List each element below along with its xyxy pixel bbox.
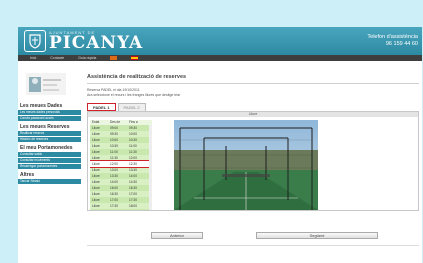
sidebar-link-change-password[interactable]: Canvia password accés [18,116,81,121]
tab-padel-1[interactable]: PADEL 1 [87,103,116,112]
sidebar-link-reservation-history[interactable]: Històric de reserves [18,137,81,142]
info-line: Ara seleccione el recurs i les franges l… [87,92,181,97]
sidebar-section-my-reservations: Les meues Reserves Realitzar reserva His… [18,124,81,142]
sidebar-section-wallet: El meu Portamonedes Consultar saldo Cons… [18,145,81,169]
navbar: Inici Contacte Guia ràpida [18,55,422,61]
section-title: El meu Portamonedes [20,145,73,151]
sidebar-link-check-balance[interactable]: Consultar saldo [18,152,81,157]
panel-title: Lliure [88,112,418,118]
divider [87,83,419,84]
reservation-info: Reserva PADEL el dia 19/10/2011 Ara sele… [87,88,419,97]
phone-number: 96 159 44 60 [385,40,418,47]
phone-info: Telefon d'assistència 96 159 44 60 [367,34,418,47]
next-button[interactable]: Següent [256,232,378,239]
municipality-label: AJUNTAMENT DE [49,29,96,35]
time-slot-table: Estat Des de Fins a Lliure 09:00 09:30 Lliu… [90,120,152,211]
sidebar-link-make-reservation[interactable]: Realitzar reserva [18,131,81,136]
page: AJUNTAMENT DE PICANYA Telefon d'assistèn… [18,27,422,263]
footer-divider [87,245,419,246]
sidebar-link-top-up[interactable]: Recarregar portamonedes [18,164,81,169]
section-title: Les meues Dades [20,103,63,109]
previous-button[interactable]: Anterior [151,232,203,239]
sidebar-link-personal-data[interactable]: Les meues dades personals [18,110,81,115]
slot-end: 18:30 [129,209,147,210]
court-panel: Lliure Estat Des de Fins a Lliure 09:00 09… [87,111,419,212]
spanish-flag-icon[interactable] [131,56,139,60]
main-content: Assistència de realització de reserves R… [87,67,419,212]
nav-contact[interactable]: Contacte [50,56,64,60]
nav-home[interactable]: Inici [30,56,36,60]
slot-status: Lliure [90,209,110,210]
header: AJUNTAMENT DE PICANYA Telefon d'assistèn… [18,27,422,55]
table-scrollbar[interactable] [149,125,152,211]
logo[interactable]: AJUNTAMENT DE PICANYA [24,30,143,52]
page-title: Assistència de realització de reserves [87,74,187,80]
slot-start: 18:00 [110,209,129,210]
phone-label: Telefon d'assistència [367,34,418,40]
sidebar-link-logout[interactable]: Tancar Sessió [18,179,81,184]
shield-icon [24,30,46,52]
sidebar: Les meues Dades Les meues dades personal… [18,67,81,185]
tab-padel-2[interactable]: PADEL 2 [117,103,146,112]
sidebar-section-others: Altres Tancar Sessió [18,172,81,184]
valencian-flag-icon[interactable] [110,56,118,60]
nav-quick-guide[interactable]: Guia ràpida [78,56,96,60]
section-title: Les meues Reserves [20,124,70,130]
padel-court-photo [174,120,318,211]
court-tabs: PADEL 1 PADEL 2 [87,102,419,112]
brand-name: PICANYA [49,32,144,53]
user-avatar [26,73,66,95]
section-title: Altres [20,172,35,178]
time-slot-row[interactable]: Lliure18:0018:30 [90,209,152,211]
sidebar-section-my-data: Les meues Dades Les meues dades personal… [18,103,81,121]
sidebar-link-movements[interactable]: Consultar moviments [18,158,81,163]
table-body: Lliure 09:00 09:30 Lliure 09:30 10:00 Lliure 10… [90,125,152,211]
